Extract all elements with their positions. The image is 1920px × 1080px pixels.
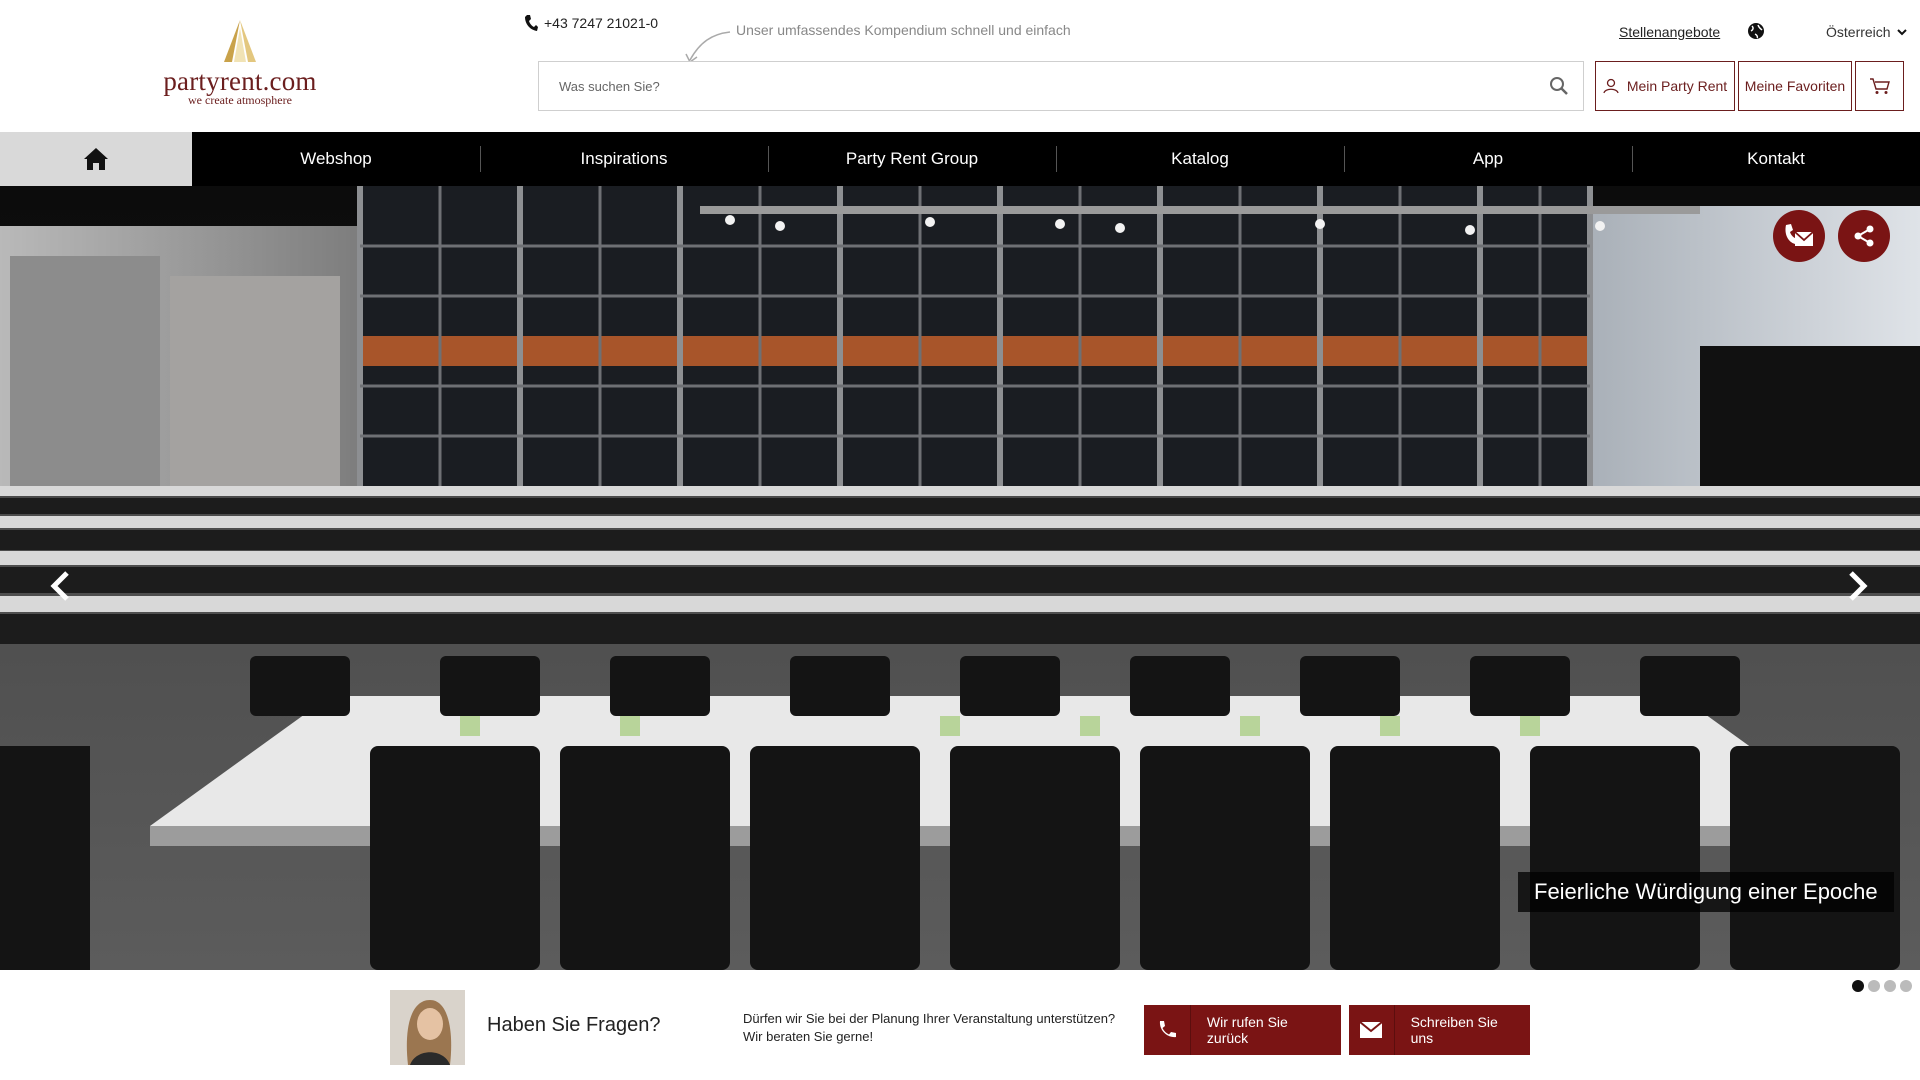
search-hint: Unser umfassendes Kompendium schnell und… bbox=[736, 22, 1071, 38]
slider-dot[interactable] bbox=[1900, 980, 1912, 992]
contact-text: Dürfen wir Sie bei der Planung Ihrer Ver… bbox=[743, 1010, 1115, 1046]
write-us-label: Schreiben Sie uns bbox=[1410, 1014, 1498, 1046]
country-label: Österreich bbox=[1826, 24, 1891, 40]
callback-label: Wir rufen Sie zurück bbox=[1206, 1014, 1288, 1046]
nav-katalog[interactable]: Katalog bbox=[1056, 132, 1344, 186]
callback-button[interactable]: Wir rufen Sie zurück bbox=[1144, 1005, 1341, 1055]
favorites-button[interactable]: Meine Favoriten bbox=[1738, 61, 1852, 111]
advisor-avatar bbox=[390, 990, 465, 1065]
slider-dot[interactable] bbox=[1868, 980, 1880, 992]
mail-icon bbox=[1349, 1005, 1395, 1055]
chevron-right-icon bbox=[1849, 571, 1868, 601]
share-icon bbox=[1854, 225, 1874, 247]
nav-webshop[interactable]: Webshop bbox=[192, 132, 480, 186]
phone-icon bbox=[525, 15, 538, 31]
user-icon bbox=[1603, 78, 1619, 94]
search-input[interactable] bbox=[539, 62, 1519, 110]
logo-text: partyrent.com bbox=[163, 66, 317, 96]
contact-button[interactable] bbox=[1773, 210, 1825, 262]
nav-inspirations[interactable]: Inspirations bbox=[480, 132, 768, 186]
phone-number[interactable]: +43 7247 21021-0 bbox=[524, 14, 658, 32]
search-bar bbox=[538, 61, 1584, 111]
globe-icon[interactable] bbox=[1747, 22, 1765, 45]
main-nav: Webshop Inspirations Party Rent Group Ka… bbox=[0, 132, 1920, 186]
nav-party-rent-group[interactable]: Party Rent Group bbox=[768, 132, 1056, 186]
slide-caption: Feierliche Würdigung einer Epoche bbox=[1518, 872, 1894, 912]
slider-dot[interactable] bbox=[1852, 980, 1864, 992]
share-button[interactable] bbox=[1838, 210, 1890, 262]
chevron-left-icon bbox=[50, 571, 69, 601]
contact-title: Haben Sie Fragen? bbox=[487, 1014, 661, 1036]
phone-icon bbox=[1144, 1005, 1191, 1055]
home-icon bbox=[84, 148, 108, 170]
phone-text: +43 7247 21021-0 bbox=[544, 15, 659, 31]
slider-next-button[interactable] bbox=[1838, 562, 1878, 610]
contact-strip: Haben Sie Fragen? Dürfen wir Sie bei der… bbox=[0, 970, 1920, 1080]
slider-dots bbox=[1852, 980, 1912, 992]
logo[interactable]: partyrent.com we create atmosphere bbox=[150, 18, 330, 108]
search-icon[interactable] bbox=[1549, 76, 1569, 101]
cart-button[interactable] bbox=[1855, 61, 1904, 111]
slider-dot[interactable] bbox=[1884, 980, 1896, 992]
nav-home[interactable] bbox=[0, 132, 192, 186]
cart-icon bbox=[1869, 78, 1890, 94]
contact-text-line1: Dürfen wir Sie bei der Planung Ihrer Ver… bbox=[743, 1011, 1116, 1026]
site-header: partyrent.com we create atmosphere +43 7… bbox=[0, 0, 1920, 132]
phone-mail-icon bbox=[1785, 224, 1814, 246]
write-us-button[interactable]: Schreiben Sie uns bbox=[1349, 1005, 1530, 1055]
favorites-label: Meine Favoriten bbox=[1744, 78, 1846, 94]
hero-image bbox=[0, 186, 1920, 970]
country-selector[interactable]: Österreich bbox=[1826, 24, 1907, 40]
contact-text-line2: Wir beraten Sie gerne! bbox=[743, 1029, 874, 1044]
hero-slider: Feierliche Würdigung einer Epoche bbox=[0, 186, 1920, 970]
slider-prev-button[interactable] bbox=[40, 562, 80, 610]
nav-kontakt[interactable]: Kontakt bbox=[1632, 132, 1920, 186]
logo-mark-icon bbox=[224, 20, 256, 62]
my-account-button[interactable]: Mein Party Rent bbox=[1595, 61, 1735, 111]
my-account-label: Mein Party Rent bbox=[1626, 78, 1728, 94]
nav-app[interactable]: App bbox=[1344, 132, 1632, 186]
jobs-link[interactable]: Stellenangebote bbox=[1619, 24, 1720, 40]
chevron-down-icon bbox=[1896, 29, 1907, 36]
